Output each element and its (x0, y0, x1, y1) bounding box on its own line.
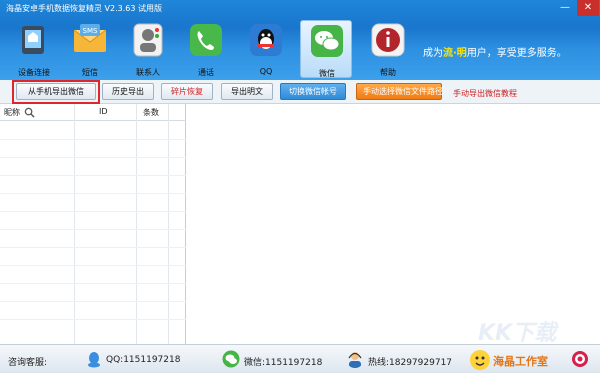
column-divider (168, 104, 169, 344)
qq-icon (88, 352, 100, 368)
watermark: KK下载 (478, 321, 557, 346)
column-nickname: 昵称 (4, 108, 20, 117)
column-divider (136, 104, 137, 344)
row-divider (0, 301, 186, 302)
toolbar-label: 短信 (82, 68, 98, 77)
toolbar-label: 联系人 (136, 68, 160, 77)
promo-prefix: 成为 (423, 48, 443, 59)
qq-icon (250, 24, 282, 56)
toolbar-help[interactable]: 帮助 (362, 20, 414, 78)
toolbar-label: 帮助 (380, 68, 396, 77)
brand-logo-icon (470, 350, 490, 370)
contacts-icon (133, 23, 163, 57)
title-bar: 海晶安卓手机数据恢复精灵 V2.3.63 试用版 — ✕ 设备连接 SMS 短信 (0, 0, 600, 80)
target-icon[interactable] (571, 350, 589, 368)
promo-highlight: 流·明 (443, 48, 467, 59)
row-divider (0, 175, 186, 176)
sms-icon: SMS (73, 24, 107, 52)
contact-list[interactable]: 昵称 ID 条数 (0, 104, 186, 344)
row-divider (0, 211, 186, 212)
row-divider (0, 229, 186, 230)
toolbar-label: QQ (259, 67, 273, 76)
app-window: 海晶安卓手机数据恢复精灵 V2.3.63 试用版 — ✕ 设备连接 SMS 短信 (0, 0, 600, 373)
toolbar-contacts[interactable]: 联系人 (122, 20, 174, 78)
row-divider (0, 193, 186, 194)
manual-tutorial-link[interactable]: 手动导出微信教程 (453, 88, 517, 99)
column-divider (74, 104, 75, 344)
switch-account-button[interactable]: 切换微信帐号 (280, 83, 346, 100)
promo-suffix: 用户，享受更多服务。 (466, 48, 567, 59)
help-icon (371, 23, 405, 57)
toolbar-label: 设备连接 (18, 68, 50, 77)
manual-select-path-button[interactable]: 手动选择微信文件路径 (356, 83, 443, 100)
svg-text:SMS: SMS (83, 27, 98, 35)
row-divider (0, 265, 186, 266)
row-divider (0, 157, 186, 158)
toolbar-call[interactable]: 通话 (180, 20, 232, 78)
row-divider (0, 319, 186, 320)
minimize-button[interactable]: — (554, 0, 576, 16)
history-export-button[interactable]: 历史导出 (102, 83, 154, 100)
row-divider (0, 247, 186, 248)
fragment-restore-button[interactable]: 碎片恢复 (161, 83, 213, 100)
column-count: 条数 (143, 108, 159, 117)
wechat-icon (311, 25, 343, 57)
search-icon[interactable] (24, 107, 35, 118)
consult-label: 咨询客服: (8, 358, 48, 368)
toolbar-wechat[interactable]: 微信 (300, 20, 352, 78)
status-bar: 咨询客服: QQ:1151197218 微信:1151197218 热线:182… (0, 344, 600, 373)
window-title: 海晶安卓手机数据恢复精灵 V2.3.63 试用版 (6, 4, 163, 13)
column-id: ID (99, 107, 108, 116)
customer-service-icon (348, 352, 362, 368)
device-connect-icon (22, 26, 44, 54)
wechat-contact[interactable]: 微信:1151197218 (244, 355, 322, 368)
selection-highlight (12, 80, 100, 104)
hotline-contact[interactable]: 热线:18297929717 (368, 355, 452, 368)
list-header: 昵称 ID 条数 (0, 104, 186, 121)
toolbar-label: 微信 (319, 69, 335, 78)
brand-name: 海晶工作室 (493, 355, 548, 368)
wechat-icon (222, 350, 240, 368)
toolbar-sms[interactable]: SMS 短信 (64, 20, 116, 78)
toolbar-device-connect[interactable]: 设备连接 (8, 20, 60, 78)
qq-contact[interactable]: QQ:1151197218 (106, 355, 180, 365)
export-plaintext-button[interactable]: 导出明文 (221, 83, 273, 100)
message-view[interactable] (187, 104, 600, 344)
row-divider (0, 283, 186, 284)
toolbar-label: 通话 (198, 68, 214, 77)
promo-text: 成为流·明用户，享受更多服务。 (423, 44, 567, 59)
row-divider (0, 139, 186, 140)
close-button[interactable]: ✕ (577, 0, 599, 16)
toolbar-qq[interactable]: QQ (240, 20, 292, 78)
call-icon (190, 24, 222, 56)
